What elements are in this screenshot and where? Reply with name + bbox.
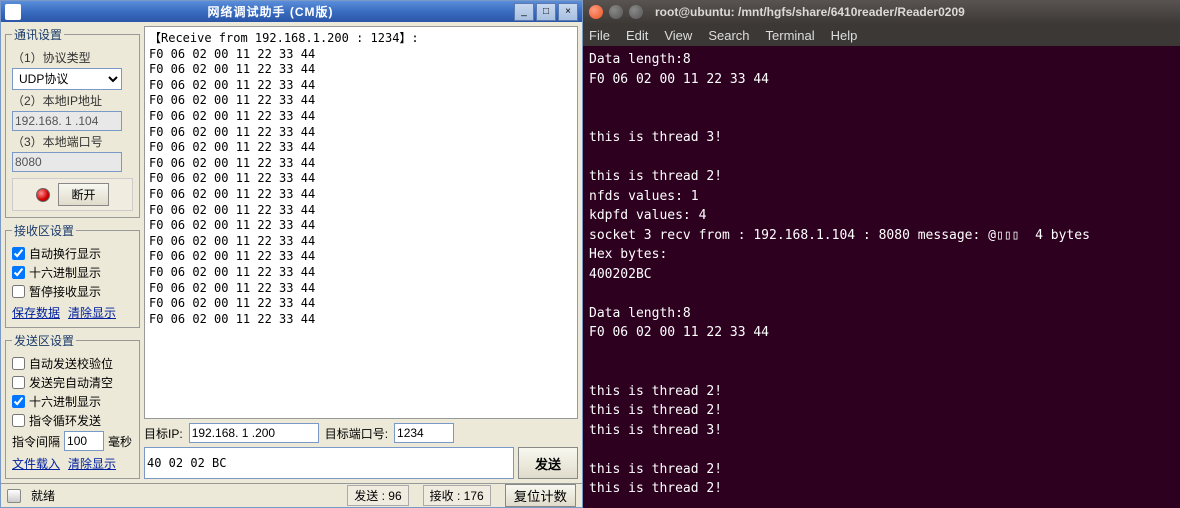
clear-display-link[interactable]: 清除显示: [68, 304, 116, 321]
comm-settings-legend: 通讯设置: [12, 26, 64, 43]
sent-counter: 发送 : 96: [347, 485, 408, 506]
local-ip-label: （2）本地IP地址: [12, 92, 133, 109]
comm-settings-group: 通讯设置 （1）协议类型 UDP协议 （2）本地IP地址 （3）本地端口号 断开: [5, 26, 140, 218]
file-load-link[interactable]: 文件载入: [12, 455, 60, 472]
target-ip-input[interactable]: [189, 423, 319, 443]
send-input[interactable]: [144, 447, 514, 479]
ready-label: 就绪: [31, 487, 55, 504]
local-ip-input: [12, 111, 122, 131]
hex-send-label: 十六进制显示: [29, 393, 101, 410]
recv-counter: 接收 : 176: [423, 485, 491, 506]
send-button[interactable]: 发送: [518, 447, 578, 479]
menu-edit[interactable]: Edit: [626, 28, 648, 43]
ubuntu-minimize-icon[interactable]: [609, 5, 623, 19]
menu-file[interactable]: File: [589, 28, 610, 43]
pause-recv-label: 暂停接收显示: [29, 283, 101, 300]
menu-help[interactable]: Help: [831, 28, 858, 43]
window-buttons: _ □ ×: [514, 3, 578, 21]
hex-send-checkbox[interactable]: 十六进制显示: [12, 393, 133, 410]
send-settings-group: 发送区设置 自动发送校验位 发送完自动清空 十六进制显示 指令循环发送 指令间隔…: [5, 332, 140, 479]
minimize-icon[interactable]: _: [514, 3, 534, 21]
auto-check-checkbox[interactable]: 自动发送校验位: [12, 355, 133, 372]
ubuntu-title: root@ubuntu: /mnt/hgfs/share/6410reader/…: [655, 5, 965, 19]
terminal-output[interactable]: Data length:8 F0 06 02 00 11 22 33 44 th…: [583, 46, 1180, 508]
auto-clear-label: 发送完自动清空: [29, 374, 113, 391]
auto-wrap-checkbox[interactable]: 自动换行显示: [12, 245, 133, 262]
save-data-link[interactable]: 保存数据: [12, 304, 60, 321]
ubuntu-maximize-icon[interactable]: [629, 5, 643, 19]
local-port-input: [12, 152, 122, 172]
interval-label: 指令间隔: [12, 433, 60, 450]
interval-unit: 毫秒: [108, 433, 132, 450]
disconnect-button[interactable]: 断开: [58, 183, 108, 206]
statusbar: 就绪 发送 : 96 接收 : 176 复位计数: [1, 483, 582, 507]
connection-led-icon: [36, 188, 50, 202]
loop-send-label: 指令循环发送: [29, 412, 101, 429]
pause-recv-checkbox[interactable]: 暂停接收显示: [12, 283, 133, 300]
target-port-input[interactable]: [394, 423, 454, 443]
reset-counter-button[interactable]: 复位计数: [505, 484, 576, 507]
window-title: 网络调试助手 (CM版): [27, 3, 514, 20]
protocol-select[interactable]: UDP协议: [12, 68, 122, 90]
interval-input[interactable]: [64, 431, 104, 451]
center-panel: 【Receive from 192.168.1.200 : 1234】: F0 …: [144, 26, 578, 479]
ubuntu-terminal-app: root@ubuntu: /mnt/hgfs/share/6410reader/…: [583, 0, 1180, 508]
ubuntu-menubar: File Edit View Search Terminal Help: [583, 24, 1180, 46]
target-row: 目标IP: 目标端口号:: [144, 423, 578, 443]
interval-row: 指令间隔 毫秒: [12, 431, 133, 451]
protocol-label: （1）协议类型: [12, 49, 133, 66]
disconnect-row: 断开: [12, 178, 133, 211]
hex-display-checkbox[interactable]: 十六进制显示: [12, 264, 133, 281]
network-assistant-app: 网络调试助手 (CM版) _ □ × 通讯设置 （1）协议类型 UDP协议 （2…: [0, 0, 583, 508]
close-icon[interactable]: ×: [558, 3, 578, 21]
clear-send-link[interactable]: 清除显示: [68, 455, 116, 472]
menu-view[interactable]: View: [664, 28, 692, 43]
ubuntu-close-icon[interactable]: [589, 5, 603, 19]
recv-settings-legend: 接收区设置: [12, 222, 76, 239]
target-ip-label: 目标IP:: [144, 425, 183, 442]
side-panel: 通讯设置 （1）协议类型 UDP协议 （2）本地IP地址 （3）本地端口号 断开…: [5, 26, 140, 479]
maximize-icon[interactable]: □: [536, 3, 556, 21]
menu-terminal[interactable]: Terminal: [766, 28, 815, 43]
app-icon: [5, 4, 21, 20]
menu-search[interactable]: Search: [708, 28, 749, 43]
app-body: 通讯设置 （1）协议类型 UDP协议 （2）本地IP地址 （3）本地端口号 断开…: [1, 22, 582, 483]
recv-settings-group: 接收区设置 自动换行显示 十六进制显示 暂停接收显示 保存数据 清除显示: [5, 222, 140, 328]
loop-send-checkbox[interactable]: 指令循环发送: [12, 412, 133, 429]
ubuntu-titlebar: root@ubuntu: /mnt/hgfs/share/6410reader/…: [583, 0, 1180, 24]
auto-wrap-label: 自动换行显示: [29, 245, 101, 262]
local-port-label: （3）本地端口号: [12, 133, 133, 150]
send-row: 发送: [144, 447, 578, 479]
auto-check-label: 自动发送校验位: [29, 355, 113, 372]
ready-icon: [7, 489, 21, 503]
auto-clear-checkbox[interactable]: 发送完自动清空: [12, 374, 133, 391]
send-settings-legend: 发送区设置: [12, 332, 76, 349]
titlebar: 网络调试助手 (CM版) _ □ ×: [1, 1, 582, 22]
receive-area[interactable]: 【Receive from 192.168.1.200 : 1234】: F0 …: [144, 26, 578, 419]
target-port-label: 目标端口号:: [325, 425, 388, 442]
hex-display-label: 十六进制显示: [29, 264, 101, 281]
